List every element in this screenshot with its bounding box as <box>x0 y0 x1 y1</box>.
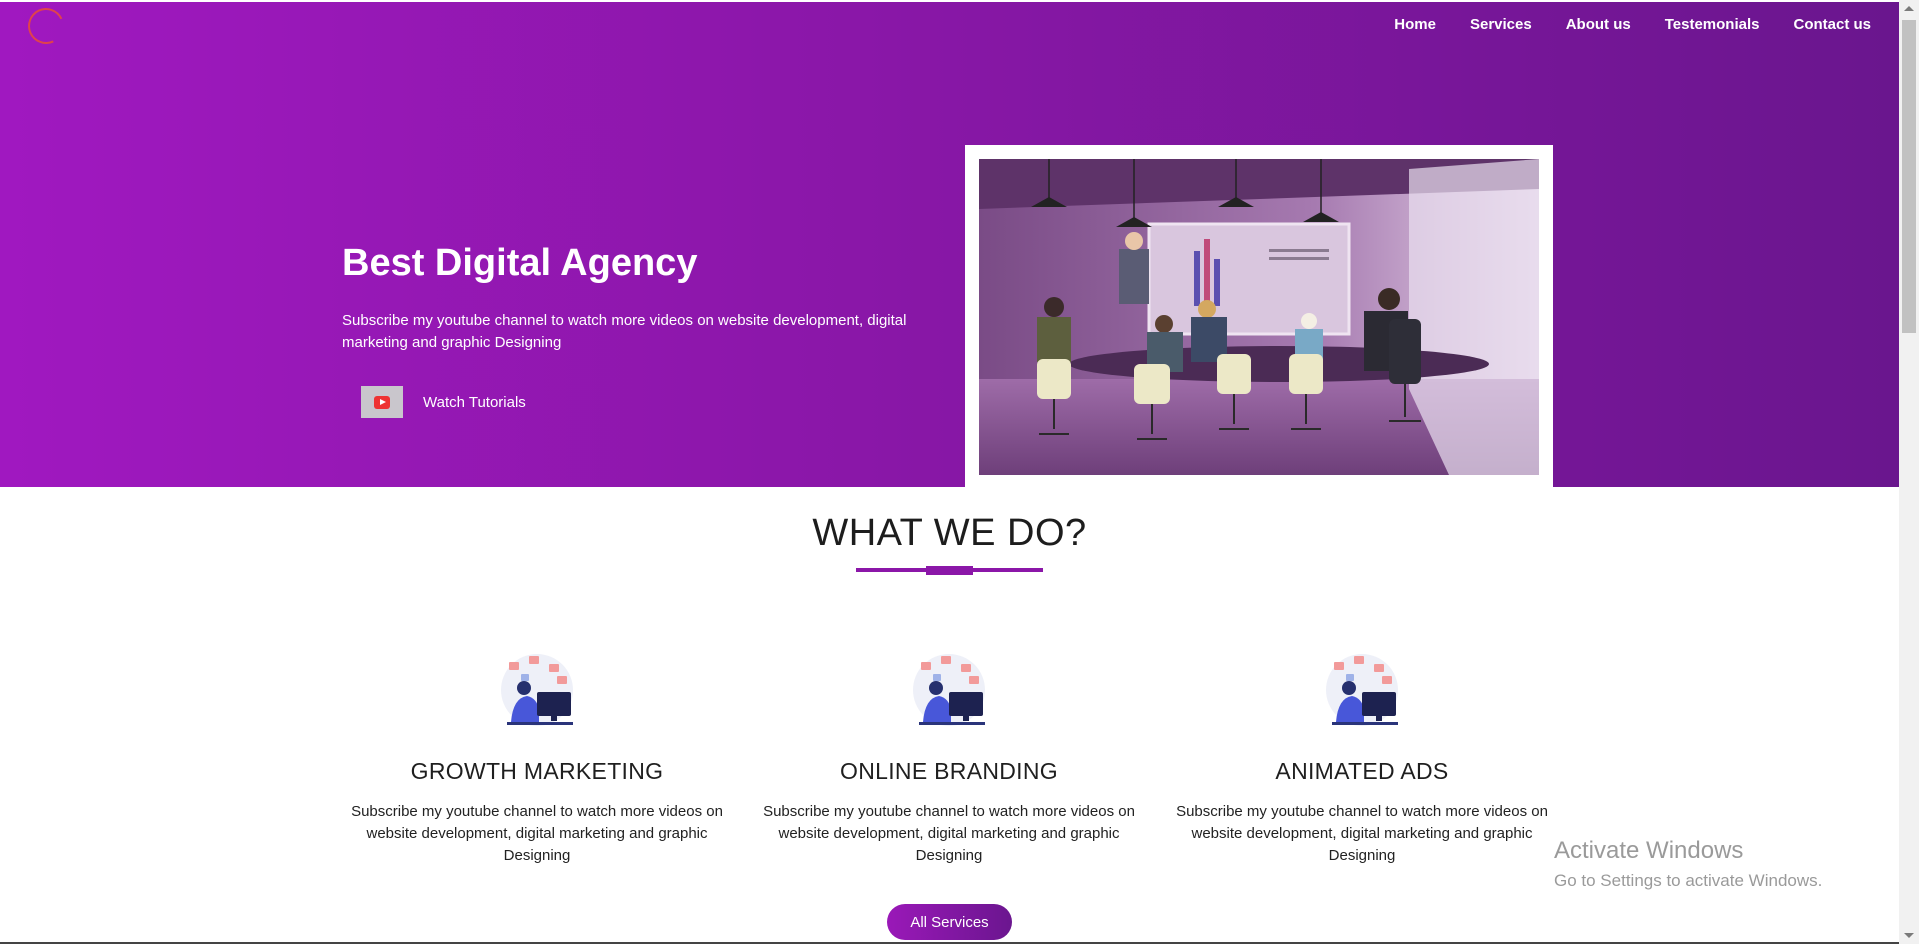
service-description: Subscribe my youtube channel to watch mo… <box>351 803 723 864</box>
person-at-computer-icon <box>913 654 985 726</box>
activate-windows-watermark: Activate Windows Go to Settings to activ… <box>1554 837 1822 891</box>
youtube-button-box <box>361 386 403 418</box>
hero-title: Best Digital Agency <box>342 242 698 284</box>
activate-windows-subtitle: Go to Settings to activate Windows. <box>1554 871 1823 890</box>
hero-section: Home Services About us Testemonials Cont… <box>0 2 1899 490</box>
service-description: Subscribe my youtube channel to watch mo… <box>1176 803 1548 864</box>
person-at-computer-icon <box>1326 654 1398 726</box>
nav-testimonials[interactable]: Testemonials <box>1665 16 1760 33</box>
activate-windows-title: Activate Windows <box>1554 837 1744 864</box>
scroll-down-arrow-icon[interactable] <box>1904 933 1914 938</box>
service-name: ONLINE BRANDING <box>840 758 1058 784</box>
service-name: GROWTH MARKETING <box>410 758 664 784</box>
nav-services[interactable]: Services <box>1470 16 1532 33</box>
nav-about-us[interactable]: About us <box>1566 16 1631 33</box>
service-card-animated-ads: ANIMATED ADS Subscribe my youtube channe… <box>1167 650 1557 867</box>
vertical-scrollbar[interactable] <box>1899 0 1919 944</box>
service-card-online-branding: ONLINE BRANDING Subscribe my youtube cha… <box>754 650 1144 867</box>
meeting-room-illustration <box>979 159 1539 475</box>
nav-contact-us[interactable]: Contact us <box>1793 16 1871 33</box>
main-nav: Home Services About us Testemonials Cont… <box>1394 16 1871 33</box>
all-services-button[interactable]: All Services <box>887 904 1012 940</box>
scroll-up-arrow-icon[interactable] <box>1904 6 1914 11</box>
person-at-computer-icon <box>501 654 573 726</box>
nav-home[interactable]: Home <box>1394 16 1436 33</box>
service-card-growth-marketing: GROWTH MARKETING Subscribe my youtube ch… <box>342 650 732 867</box>
service-name: ANIMATED ADS <box>1275 758 1449 784</box>
watch-tutorials-label: Watch Tutorials <box>423 393 526 411</box>
what-we-do-title: WHAT WE DO? <box>812 512 1087 554</box>
scrollbar-thumb[interactable] <box>1902 20 1916 333</box>
youtube-play-icon <box>374 395 390 409</box>
service-description: Subscribe my youtube channel to watch mo… <box>763 803 1135 864</box>
title-underline-accent <box>926 566 973 575</box>
hero-image-frame <box>965 145 1553 490</box>
watch-tutorials-button[interactable]: Watch Tutorials <box>361 386 526 418</box>
hero-description: Subscribe my youtube channel to watch mo… <box>342 312 907 351</box>
page: Home Services About us Testemonials Cont… <box>0 0 1899 944</box>
logo-spinner-icon[interactable] <box>22 2 70 50</box>
